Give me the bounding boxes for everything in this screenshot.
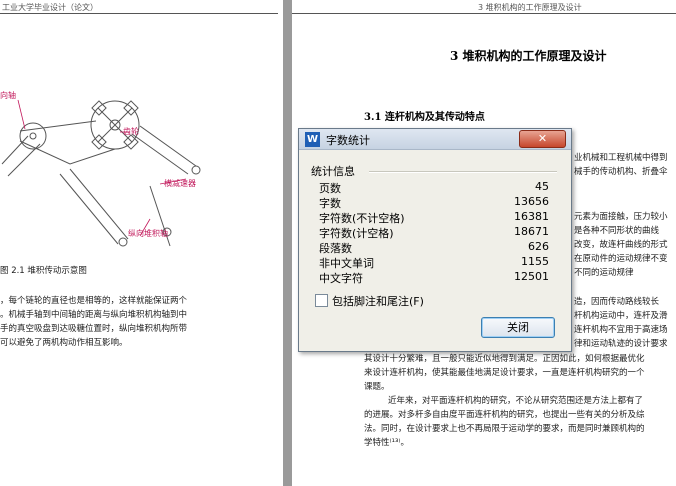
body-line: 的进展。对多杆多自由度平面连杆机构的研究，也提出一些有关的分析及综 xyxy=(364,410,645,420)
link-arm-lower xyxy=(59,168,129,245)
stat-label: 字符数(计空格) xyxy=(319,227,394,240)
stat-row-words: 字数 13656 xyxy=(319,195,549,210)
stat-label: 中文字符 xyxy=(319,272,363,285)
body-fragment: 造，因而传动路线较长 xyxy=(574,297,660,307)
header-rule-right xyxy=(292,13,676,14)
group-divider xyxy=(369,171,557,173)
include-footnotes-label[interactable]: 包括脚注和尾注(F) xyxy=(332,293,424,309)
body-fragment: 不同的运动规律 xyxy=(574,268,634,278)
body-line: 近年来，对平面连杆机构的研究，不论从研究范围还是方法上都有了 xyxy=(388,396,644,406)
body-line: 学特性⁽¹³⁾。 xyxy=(364,438,409,448)
stat-value: 45 xyxy=(535,180,549,193)
wps-writer-icon: W xyxy=(305,132,320,147)
stat-row-paragraphs: 段落数 626 xyxy=(319,240,549,255)
stat-label: 字符数(不计空格) xyxy=(319,212,405,225)
include-footnotes-checkbox[interactable] xyxy=(315,294,328,307)
body-fragment: 杆机构运动中，连杆及滑 xyxy=(574,311,668,321)
chapter-title: 3 堆积机构的工作原理及设计 xyxy=(450,49,607,63)
body-line: 课题。 xyxy=(364,382,390,392)
stat-row-pages: 页数 45 xyxy=(319,180,549,195)
running-header-right: 3 堆积机构的工作原理及设计 xyxy=(478,3,582,12)
stat-row-chinese-chars: 中文字符 12501 xyxy=(319,270,549,285)
running-header-left: 工业大学毕业设计（论文） xyxy=(2,3,98,12)
body-fragment: 律和运动轨迹的设计要求 xyxy=(574,339,668,349)
body-line: 其设计十分繁难，且一般只能近似地得到满足。正因如此，如何根据最优化 xyxy=(364,354,645,364)
dialog-titlebar[interactable]: W 字数统计 ✕ xyxy=(299,129,571,150)
stat-value: 16381 xyxy=(514,210,549,223)
pivot-1 xyxy=(118,237,128,247)
left-sprocket xyxy=(19,122,47,150)
stat-value: 12501 xyxy=(514,270,549,283)
close-dialog-button[interactable]: 关闭 xyxy=(481,317,555,338)
body-fragment: 在原动件的运动规律不变 xyxy=(574,254,668,264)
stat-label: 字数 xyxy=(319,197,341,210)
body-line: ，每个链轮的直径也是相等的，这样就能保证两个 xyxy=(0,296,188,306)
leader-1 xyxy=(17,99,26,130)
body-line: 手的真空吸盘到达吸糖位置时，纵向堆积机构所带 xyxy=(0,324,188,334)
body-fragment: 改变，故连杆曲线的形式 xyxy=(574,240,668,250)
label-reducer: 横减速器 xyxy=(164,179,196,188)
body-fragment: 是各种不同形状的曲线 xyxy=(574,226,660,236)
stat-value: 1155 xyxy=(521,255,549,268)
body-fragment: 连杆机构不宜用于高速场 xyxy=(574,325,668,335)
figure-caption: 图 2.1 堆积传动示意图 xyxy=(0,266,87,276)
body-fragment: 元素为面接触，压力较小 xyxy=(574,212,668,222)
dialog-title: 字数统计 xyxy=(326,134,370,147)
close-button[interactable]: ✕ xyxy=(519,130,566,148)
stat-label: 页数 xyxy=(319,182,341,195)
statistics-group-label: 统计信息 xyxy=(311,165,355,178)
document-page-left: 工业大学毕业设计（论文） 向轴 齿轮 横减速器 纵向堆积轴 图 2.1 堆积传动… xyxy=(0,0,283,486)
body-fragment: 械手的传动机构、折叠伞 xyxy=(574,167,668,177)
stat-row-chars-with-spaces: 字符数(计空格) 18671 xyxy=(319,225,549,240)
section-title: 3.1 连杆机构及其传动特点 xyxy=(364,112,485,123)
pivot-3 xyxy=(191,165,201,175)
close-icon: ✕ xyxy=(537,132,548,145)
label-shaft: 向轴 xyxy=(0,91,16,100)
left-sprocket-hub xyxy=(29,132,37,140)
word-count-dialog: W 字数统计 ✕ 统计信息 页数 45 字数 13656 字符数(不计空格) 1… xyxy=(298,128,572,352)
link-arm-right xyxy=(131,125,197,175)
stat-value: 13656 xyxy=(514,195,549,208)
stat-label: 段落数 xyxy=(319,242,352,255)
stat-value: 626 xyxy=(528,240,549,253)
stat-value: 18671 xyxy=(514,225,549,238)
body-fragment: 业机械和工程机械中得到 xyxy=(574,153,668,163)
body-line: 法。同时，在设计要求上也不再局限于运动学的要求，而是同时兼顾机构的 xyxy=(364,424,645,434)
stat-row-non-chinese-words: 非中文单词 1155 xyxy=(319,255,549,270)
stat-row-chars-no-spaces: 字符数(不计空格) 16381 xyxy=(319,210,549,225)
body-line: 可以避免了两机构动作相互影响。 xyxy=(0,338,128,348)
body-line: 来设计连杆机构，使其能最佳地满足设计要求，一直是连杆机构研究的一个 xyxy=(364,368,645,378)
chain-upper xyxy=(19,120,116,165)
stat-label: 非中文单词 xyxy=(319,257,374,270)
body-line: 。机械手轴到中间轴的距离与纵向堆积机构轴到中 xyxy=(0,310,188,320)
label-vertical-shaft: 纵向堆积轴 xyxy=(128,229,168,238)
label-gear: 齿轮 xyxy=(123,127,139,136)
